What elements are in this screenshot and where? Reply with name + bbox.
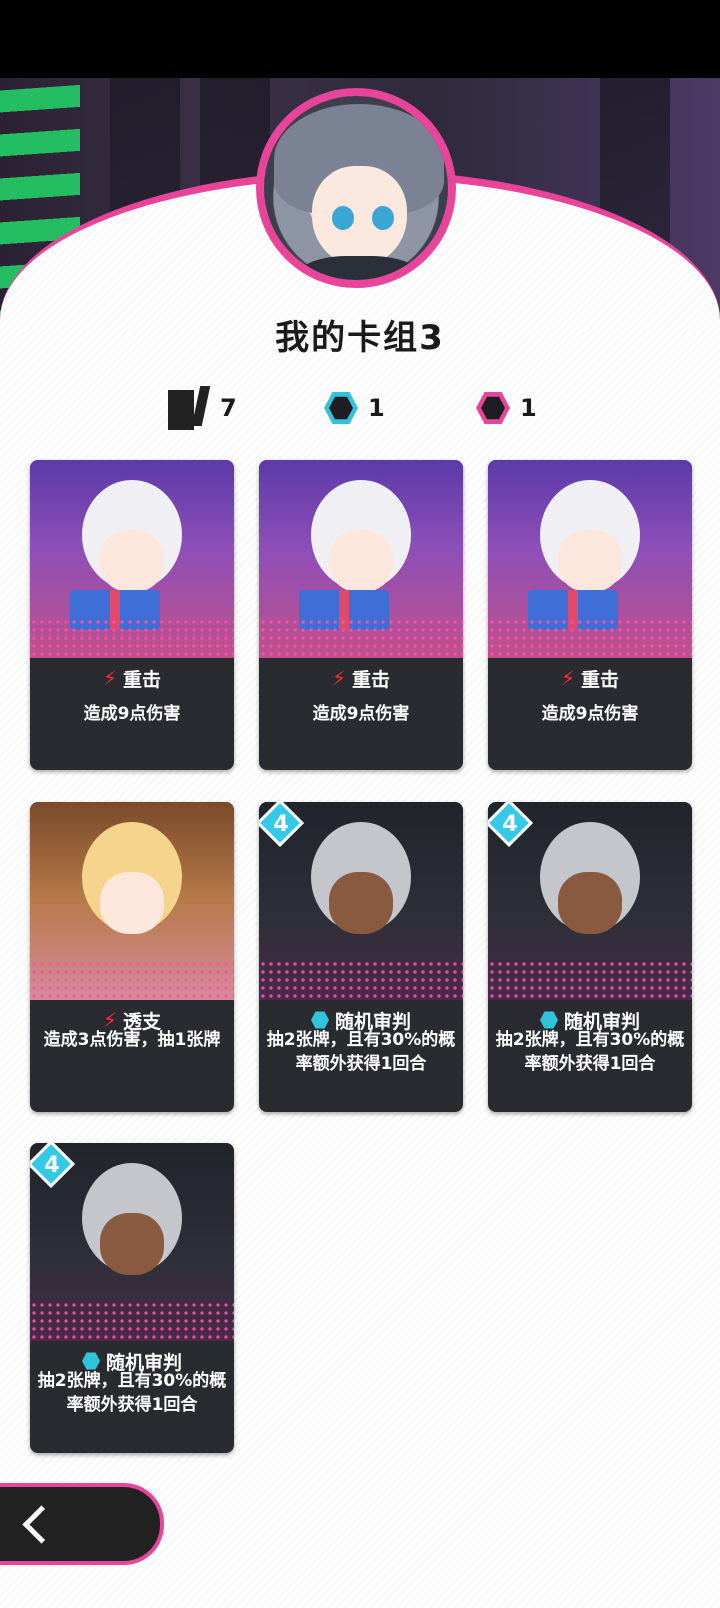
card-count-stat: 7 [168, 385, 237, 431]
card-name-row: ⚡ 重击 [30, 658, 234, 698]
deck-title: 我的卡组3 [275, 318, 445, 358]
deck-stats: 7 1 1 [0, 385, 720, 435]
card-cost: 4 [44, 1152, 60, 1178]
card-description: 抽2张牌，且有30%的概率额外获得1回合 [495, 1030, 685, 1074]
card-name: 重击 [352, 668, 391, 691]
card-description: 造成9点伤害 [83, 704, 181, 724]
deck-avatar[interactable] [256, 88, 456, 288]
card-name-row: ⚡ 重击 [488, 658, 692, 698]
hexagon-icon [539, 1011, 558, 1029]
card[interactable]: 4 随机审判 抽2张牌，且有30%的概率额外获得1回合 [30, 1143, 234, 1453]
pink-count-stat: 1 [476, 385, 537, 431]
cost-badge: 4 [488, 802, 534, 848]
cost-badge: 4 [30, 1143, 76, 1189]
card-name: 重击 [581, 668, 620, 691]
card-cost: 4 [273, 811, 289, 837]
card-art [30, 460, 234, 658]
back-button[interactable] [0, 1483, 164, 1565]
pink-count: 1 [520, 394, 537, 422]
card-count: 7 [220, 394, 237, 422]
lightning-icon: ⚡ [560, 666, 576, 690]
pink-hexagon-icon [476, 392, 510, 424]
chevron-left-icon [22, 1504, 61, 1544]
card-cost: 4 [502, 811, 518, 837]
card-art [259, 460, 463, 658]
cards-icon [168, 386, 211, 430]
card[interactable]: 4 随机审判 抽2张牌，且有30%的概率额外获得1回合 [259, 802, 463, 1112]
card-description: 造成3点伤害，抽1张牌 [43, 1030, 221, 1050]
card[interactable]: ⚡ 重击造成9点伤害 [259, 460, 463, 770]
card-name: 重击 [123, 668, 162, 691]
cyan-count-stat: 1 [324, 385, 385, 431]
hexagon-icon [310, 1011, 329, 1029]
cost-badge: 4 [259, 802, 305, 848]
card-art [488, 460, 692, 658]
card[interactable]: 4 随机审判 抽2张牌，且有30%的概率额外获得1回合 [488, 802, 692, 1112]
status-bar [0, 0, 720, 78]
card-name-row: ⚡ 重击 [259, 658, 463, 698]
hexagon-icon [81, 1352, 100, 1370]
cyan-count: 1 [368, 394, 385, 422]
card[interactable]: ⚡ 透支 造成3点伤害，抽1张牌 [30, 802, 234, 1112]
card[interactable]: ⚡ 重击造成9点伤害 [488, 460, 692, 770]
card-art [30, 802, 234, 1000]
card[interactable]: ⚡ 重击造成9点伤害 [30, 460, 234, 770]
card-description: 造成9点伤害 [312, 704, 410, 724]
cyan-hexagon-icon [324, 392, 358, 424]
card-description: 抽2张牌，且有30%的概率额外获得1回合 [37, 1371, 227, 1415]
card-description: 抽2张牌，且有30%的概率额外获得1回合 [266, 1030, 456, 1074]
lightning-icon: ⚡ [331, 666, 347, 690]
card-description: 造成9点伤害 [541, 704, 639, 724]
lightning-icon: ⚡ [102, 666, 118, 690]
